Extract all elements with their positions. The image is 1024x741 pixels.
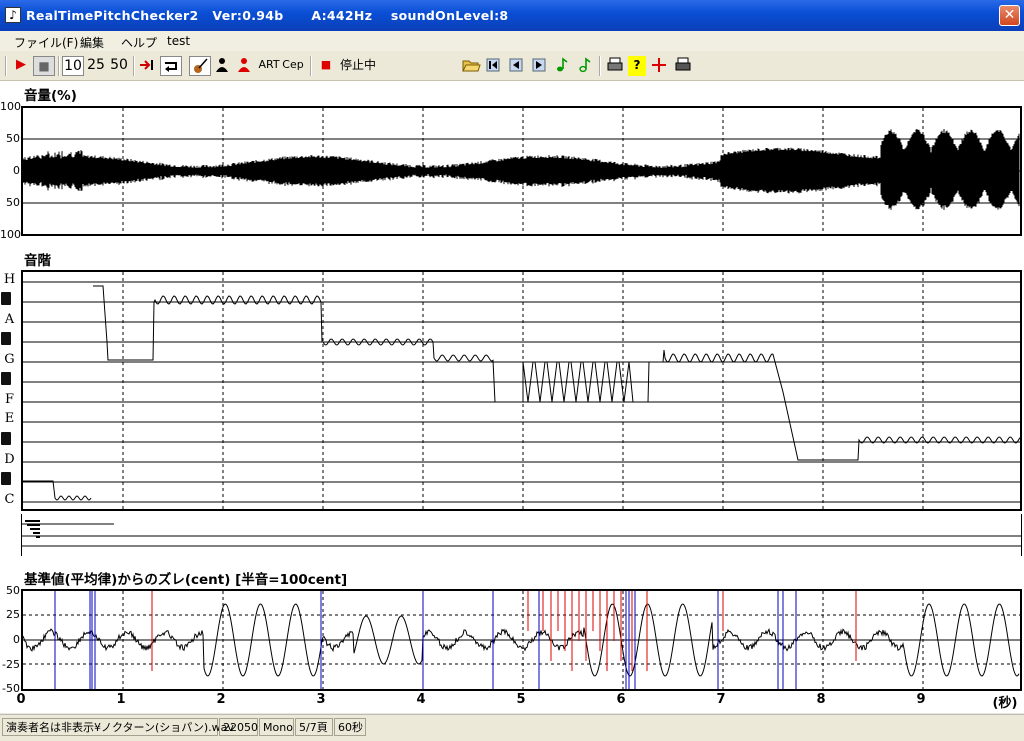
play-button[interactable]: ▶	[11, 56, 31, 76]
cent-title: 基準値(平均律)からのズレ(cent) [半音=100cent]	[24, 572, 348, 588]
chart-area: 音量(%) 音階 基準値(平均律)からのズレ(cent) [半音=100cent…	[0, 81, 1024, 713]
cep-button[interactable]: Cep	[282, 56, 304, 76]
pitch-line	[23, 285, 1020, 501]
note-icon[interactable]	[553, 56, 571, 76]
cent-ytick: 25	[6, 608, 20, 621]
loop-icon[interactable]	[160, 56, 182, 76]
volume-ytick: 100	[0, 100, 21, 113]
print-setup-icon[interactable]	[673, 56, 693, 76]
note-label-g: G	[4, 352, 15, 367]
x-tick: 1	[116, 692, 126, 707]
volume-panel[interactable]	[21, 106, 1022, 236]
note-label-d: D	[4, 452, 15, 467]
cent-deviation-trace	[23, 591, 1020, 689]
black-key-icon	[1, 472, 11, 485]
speed-10-button[interactable]: 10	[62, 56, 84, 76]
x-tick: 3	[316, 692, 326, 707]
record-icon[interactable]: ■	[317, 56, 335, 76]
menu-file[interactable]: ファイル(F)	[14, 34, 78, 51]
print-icon[interactable]	[605, 56, 625, 76]
note-bar-marker	[30, 528, 40, 530]
x-axis-unit: (秒)	[992, 696, 1018, 711]
violin-mode-icon[interactable]	[189, 56, 211, 76]
black-key-icon	[1, 372, 11, 385]
help-icon[interactable]: ?	[628, 56, 646, 76]
close-button[interactable]: ✕	[999, 5, 1020, 26]
volume-ytick: 0	[13, 164, 20, 177]
menu-help[interactable]: ヘルプ	[121, 34, 157, 51]
singer-icon[interactable]	[234, 56, 254, 76]
note-label-h: H	[3, 272, 16, 287]
volume-waveform	[23, 108, 1020, 234]
menu-test[interactable]: test	[167, 34, 190, 48]
x-tick: 5	[516, 692, 526, 707]
cent-panel[interactable]	[21, 589, 1022, 691]
cent-ytick: -25	[2, 658, 20, 671]
status-channels: Mono	[259, 718, 294, 736]
next-page-icon[interactable]	[530, 56, 548, 76]
status-bar: 演奏者名は非表示¥ノクターン(ショパン).wav 22050 Mono 5/7頁…	[0, 714, 1024, 741]
volume-title: 音量(%)	[24, 88, 77, 104]
black-key-icon	[1, 432, 11, 445]
skip-first-icon[interactable]	[484, 56, 502, 76]
toolbar-separator	[599, 56, 601, 76]
note-bar-marker	[33, 532, 40, 534]
toolbar-separator	[133, 56, 135, 76]
speed-25-button[interactable]: 25	[85, 56, 107, 76]
note-label-f: F	[4, 392, 15, 407]
status-page: 5/7頁	[295, 718, 333, 736]
x-tick: 0	[16, 692, 26, 707]
note-label-a: A	[4, 312, 15, 327]
toolbar-separator	[5, 56, 7, 76]
scale-title: 音階	[24, 253, 51, 269]
toolbar-separator	[58, 56, 60, 76]
toolbar: ▶ ■ 10 25 50 ART Cep ■ 停止中 ＊＊＊ ?	[0, 52, 1024, 127]
speed-50-button[interactable]: 50	[108, 56, 130, 76]
scale-panel[interactable]	[21, 270, 1022, 511]
x-tick: 4	[416, 692, 426, 707]
x-tick: 7	[716, 692, 726, 707]
x-tick: 8	[816, 692, 826, 707]
status-file: 演奏者名は非表示¥ノクターン(ショパン).wav	[2, 718, 234, 736]
cent-ytick: 50	[6, 584, 20, 597]
x-tick: 9	[916, 692, 926, 707]
window-title: RealTimePitchChecker2 Ver:0.94b A:442Hz …	[26, 8, 509, 23]
title-bar: ♪ RealTimePitchChecker2 Ver:0.94b A:442H…	[0, 0, 1024, 31]
art-button[interactable]: ART	[258, 56, 280, 76]
status-duration: 60秒	[334, 718, 366, 736]
menu-edit[interactable]: 編集	[80, 34, 104, 51]
note-bar-panel	[21, 514, 1022, 556]
black-key-icon	[1, 292, 11, 305]
violin-icon[interactable]: ♪	[5, 7, 21, 23]
volume-ytick: 50	[6, 132, 20, 145]
toolbar-separator	[310, 56, 312, 76]
person-icon[interactable]	[212, 56, 232, 76]
jump-end-icon[interactable]	[137, 56, 157, 76]
volume-ytick: 100	[0, 228, 21, 241]
stop-button[interactable]: ■	[33, 56, 55, 76]
prev-page-icon[interactable]	[507, 56, 525, 76]
black-key-icon	[1, 332, 11, 345]
note-bar-marker	[25, 520, 40, 522]
status-rate: 22050	[219, 718, 258, 736]
x-tick: 2	[216, 692, 226, 707]
cursor-icon[interactable]	[650, 56, 668, 76]
note-label-e: E	[4, 411, 15, 426]
note-bars	[22, 520, 1021, 547]
state-label: 停止中	[339, 58, 376, 72]
x-tick: 6	[616, 692, 626, 707]
volume-ytick: 50	[6, 196, 20, 209]
menu-bar: ファイル(F) 編集 ヘルプ test	[0, 31, 1024, 51]
note-alt-icon[interactable]	[576, 56, 594, 76]
pitch-trace	[23, 272, 1020, 509]
waveform-trace	[23, 129, 1020, 210]
cent-ytick: 0	[13, 633, 20, 646]
open-folder-icon[interactable]	[461, 56, 481, 76]
note-label-c: C	[4, 492, 15, 507]
